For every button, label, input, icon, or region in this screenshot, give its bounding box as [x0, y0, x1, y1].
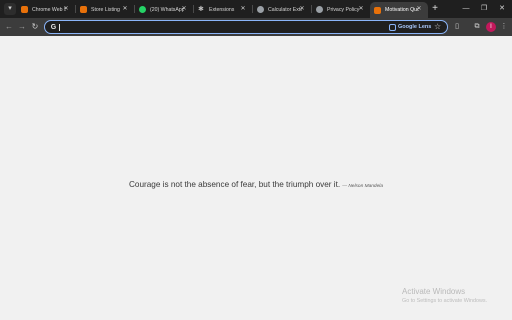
restore-button[interactable]: ❐ — [478, 3, 490, 15]
google-icon: G — [50, 24, 57, 31]
tab-title: Store Listing — [91, 6, 120, 13]
google-lens-button[interactable]: Google Lens — [389, 22, 431, 32]
chrome-web-store-icon — [80, 6, 87, 13]
minimize-button[interactable]: — — [460, 3, 472, 15]
extension-icon — [374, 6, 381, 14]
tab-title: Privacy Policy | — [327, 6, 361, 13]
chrome-web-store-icon — [21, 6, 28, 13]
globe-icon — [316, 6, 323, 13]
address-bar[interactable]: G Google Lens ☆ — [44, 20, 448, 34]
google-lens-icon — [389, 23, 396, 31]
tab-calculator-extension[interactable]: Calculator Exten ✕ — [253, 2, 311, 17]
window-close-button[interactable]: ✕ — [496, 3, 508, 15]
tab-search-button[interactable]: ▾ — [4, 3, 16, 15]
tab-title: Calculator Exten — [268, 6, 302, 13]
text-cursor — [59, 24, 60, 31]
tab-store-listing[interactable]: Store Listing ✕ — [76, 2, 134, 17]
activate-windows-watermark: Activate Windows Go to Settings to activ… — [402, 287, 487, 304]
quote-author: — Nelson Mandela — [342, 184, 383, 189]
globe-icon — [257, 6, 264, 13]
tab-extensions[interactable]: ✱ Extensions ✕ — [194, 2, 252, 17]
profile-avatar[interactable]: I — [486, 22, 496, 32]
close-icon[interactable]: ✕ — [239, 5, 247, 13]
bookmark-star-icon[interactable]: ☆ — [434, 22, 441, 32]
forward-button[interactable]: → — [16, 21, 28, 33]
close-icon[interactable]: ✕ — [298, 5, 306, 13]
close-icon[interactable]: ✕ — [121, 5, 129, 13]
google-lens-label: Google Lens — [398, 24, 432, 30]
new-tab-button[interactable]: + — [430, 3, 440, 15]
tab-title: Chrome Web Store — [32, 6, 66, 13]
menu-icon[interactable]: ⋮ — [499, 21, 509, 33]
reload-button[interactable]: ↻ — [29, 21, 41, 33]
close-icon[interactable]: ✕ — [62, 5, 70, 13]
extensions-icon[interactable]: ▯ — [451, 21, 463, 33]
close-icon[interactable]: ✕ — [180, 5, 188, 13]
side-panel-icon[interactable]: ⧉ — [471, 21, 483, 33]
tab-title: (20) WhatsApp — [150, 6, 184, 13]
page-content: Courage is not the absence of fear, but … — [0, 36, 512, 320]
tab-strip: ▾ Chrome Web Store ✕ Store Listing ✕ (20… — [0, 0, 512, 18]
watermark-subtitle: Go to Settings to activate Windows. — [402, 298, 488, 304]
quote: Courage is not the absence of fear, but … — [0, 174, 512, 192]
whatsapp-icon — [139, 6, 146, 13]
tab-title: Motivation Quo — [385, 7, 419, 13]
tab-chrome-web-store[interactable]: Chrome Web Store ✕ — [17, 2, 75, 17]
tab-title: Extensions — [209, 6, 235, 13]
tab-privacy-policy[interactable]: Privacy Policy | ✕ — [312, 2, 370, 17]
browser-toolbar: ← → ↻ G Google Lens ☆ ▯ ⧉ I ⋮ — [0, 18, 512, 36]
quote-text: Courage is not the absence of fear, but … — [129, 180, 341, 189]
puzzle-icon: ✱ — [198, 6, 204, 13]
watermark-title: Activate Windows — [402, 287, 466, 296]
tab-whatsapp[interactable]: (20) WhatsApp ✕ — [135, 2, 193, 17]
back-button[interactable]: ← — [3, 21, 15, 33]
close-icon[interactable]: ✕ — [415, 5, 423, 13]
close-icon[interactable]: ✕ — [357, 5, 365, 13]
tab-motivation-quotes[interactable]: Motivation Quo ✕ — [370, 2, 428, 18]
